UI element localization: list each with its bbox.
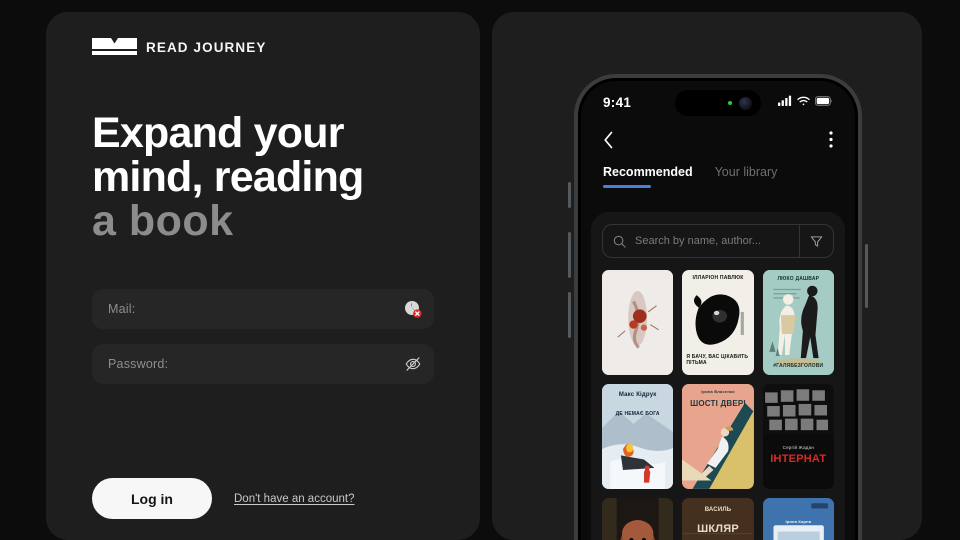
mail-label: Mail: xyxy=(108,302,136,316)
headline-line-3: a book xyxy=(92,196,234,245)
filter-icon[interactable] xyxy=(799,225,833,257)
book-grid: ІЛЛАРІОН ПАВЛЮК Я БАЧУ, ВАС ЦІКАВИТЬ ПІТ… xyxy=(602,270,834,540)
status-bar: 9:41 xyxy=(581,81,855,123)
book-title: ДЕ НЕМАЄ БОГА xyxy=(615,411,660,418)
book-cover[interactable]: Макс Кідрук ДЕ НЕМАЄ БОГА xyxy=(602,383,674,489)
book-cover[interactable]: Ірина Власенко ШОСТІ ДВЕРІ xyxy=(682,383,754,489)
tab-recommended[interactable]: Recommended xyxy=(603,165,693,190)
status-clock: 9:41 xyxy=(603,94,632,110)
book-author: ЛЮКО ДАШВАР xyxy=(777,276,820,283)
book-cover[interactable]: ІЛЛАРІОН ПАВЛЮК Я БАЧУ, ВАС ЦІКАВИТЬ ПІТ… xyxy=(682,270,754,375)
content-sheet: Search by name, author... ІЛЛАРІОН ПАВЛЮ… xyxy=(591,212,845,540)
password-field[interactable]: Password: xyxy=(92,344,434,384)
dynamic-island xyxy=(675,90,761,116)
phone-volume-up-button xyxy=(568,232,571,278)
book-author: ІЛЛАРІОН ПАВЛЮК xyxy=(692,275,744,282)
password-label: Password: xyxy=(108,357,169,371)
book-title: ШКЛЯР xyxy=(697,522,739,535)
login-button[interactable]: Log in xyxy=(92,478,212,519)
battery-icon xyxy=(814,93,833,111)
book-author: ВАСИЛЬ xyxy=(704,507,732,514)
book-cover[interactable]: Ірина Карпа xyxy=(762,497,834,540)
book-author: Сергій Жадан xyxy=(782,444,815,450)
more-vertical-icon[interactable] xyxy=(829,131,833,153)
front-camera-icon xyxy=(739,96,752,110)
open-book-icon xyxy=(92,38,137,56)
phone-volume-down-button xyxy=(568,292,571,338)
camera-active-dot-icon xyxy=(728,101,732,105)
form-actions: Log in Don't have an account? xyxy=(92,478,354,519)
tab-your-library[interactable]: Your library xyxy=(715,165,778,190)
headline-line-2: mind, reading xyxy=(92,152,364,201)
login-form: Mail: Password: xyxy=(92,289,434,399)
phone-screen: 9:41 Recommended Your library Search by … xyxy=(581,81,855,540)
wifi-icon xyxy=(797,93,810,111)
headline-line-1: Expand your xyxy=(92,109,344,157)
book-title: ШОСТІ ДВЕРІ xyxy=(690,398,746,408)
brand-name: READ JOURNEY xyxy=(146,39,267,55)
page-title: Expand your mind, reading a book xyxy=(92,109,452,245)
app-root: READ JOURNEY Expand your mind, reading a… xyxy=(0,0,960,540)
phone-bezel: 9:41 Recommended Your library Search by … xyxy=(578,78,858,540)
book-cover[interactable] xyxy=(602,497,674,540)
app-navbar xyxy=(581,123,855,155)
signup-link[interactable]: Don't have an account? xyxy=(234,493,354,505)
book-author: Макс Кідрук xyxy=(618,392,657,399)
book-author: Ірина Власенко xyxy=(701,389,735,395)
book-cover[interactable]: Сергій Жадан ІНТЕРНАТ xyxy=(762,383,834,489)
chevron-left-icon[interactable] xyxy=(603,131,614,154)
search-bar[interactable]: Search by name, author... xyxy=(602,224,834,258)
book-title: Я БАЧУ, ВАС ЦІКАВИТЬ ПІТЬМА xyxy=(686,353,749,367)
mail-field[interactable]: Mail: xyxy=(92,289,434,329)
book-cover[interactable]: ЛЮКО ДАШВАР #ГАЛЯБЕЗГОЛОВИ xyxy=(762,270,834,375)
book-cover[interactable] xyxy=(602,270,674,375)
phone-power-button xyxy=(865,244,868,308)
cellular-icon xyxy=(778,93,792,111)
phone-mockup: 9:41 Recommended Your library Search by … xyxy=(568,74,868,540)
tab-bar: Recommended Your library xyxy=(581,155,855,190)
login-panel: READ JOURNEY Expand your mind, reading a… xyxy=(46,12,480,540)
book-cover[interactable]: ВАСИЛЬ ШКЛЯР xyxy=(682,497,754,540)
book-author: Ірина Карпа xyxy=(785,518,812,524)
brand: READ JOURNEY xyxy=(92,38,266,56)
book-title: ІНТЕРНАТ xyxy=(770,453,827,466)
cursor-error-icon[interactable] xyxy=(404,300,422,318)
phone-silent-switch xyxy=(568,182,571,208)
preview-panel: 9:41 Recommended Your library Search by … xyxy=(492,12,922,540)
status-indicators xyxy=(778,93,833,111)
book-title: #ГАЛЯБЕЗГОЛОВИ xyxy=(773,363,824,370)
search-input[interactable]: Search by name, author... xyxy=(635,235,799,247)
search-icon xyxy=(603,235,635,248)
eye-off-icon[interactable] xyxy=(404,355,422,373)
